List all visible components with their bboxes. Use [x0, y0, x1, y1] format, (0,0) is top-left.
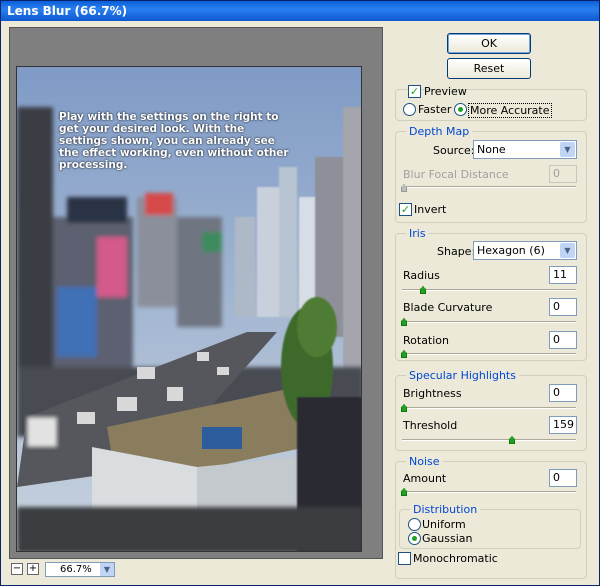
amount-label: Amount	[403, 472, 447, 485]
amount-input[interactable]: 0	[549, 469, 577, 487]
preview-caption: Play with the settings on the right to g…	[59, 111, 289, 171]
reset-button[interactable]: Reset	[447, 58, 531, 79]
faster-label: Faster	[418, 103, 452, 116]
chevron-down-icon: ▼	[560, 243, 575, 258]
radius-label: Radius	[403, 269, 440, 282]
threshold-input[interactable]: 159	[549, 416, 577, 434]
zoom-level-value: 66.7%	[60, 564, 92, 575]
depth-map-title: Depth Map	[406, 125, 473, 138]
blade-curvature-label: Blade Curvature	[403, 301, 493, 314]
faster-radio[interactable]	[403, 103, 416, 116]
zoom-in-button[interactable]: +	[27, 563, 39, 575]
more-accurate-label: More Accurate	[468, 103, 552, 118]
source-select[interactable]: None ▼	[473, 140, 577, 159]
invert-checkbox[interactable]: ✓	[399, 203, 412, 216]
gaussian-radio[interactable]	[408, 532, 421, 545]
preview-checkbox[interactable]: ✓	[408, 85, 421, 98]
uniform-label: Uniform	[422, 518, 466, 531]
title-bar: Lens Blur (66.7%)	[1, 1, 599, 21]
rotation-slider-track	[402, 353, 576, 355]
blur-focal-distance-input: 0	[549, 165, 577, 183]
threshold-slider-track	[402, 439, 576, 441]
shape-value: Hexagon (6)	[477, 244, 545, 257]
brightness-slider-track	[402, 407, 576, 409]
source-label: Source:	[433, 144, 475, 157]
monochromatic-label: Monochromatic	[413, 552, 498, 565]
blur-focal-distance-slider-track	[402, 186, 576, 188]
lens-blur-dialog: Lens Blur (66.7%) Play with the settings…	[0, 0, 600, 586]
blade-curvature-slider-track	[402, 321, 576, 323]
preview-photo[interactable]: Play with the settings on the right to g…	[16, 66, 362, 552]
uniform-radio[interactable]	[408, 518, 421, 531]
iris-title: Iris	[406, 227, 429, 240]
distribution-title: Distribution	[410, 503, 481, 516]
blade-curvature-input[interactable]: 0	[549, 298, 577, 316]
rotation-input[interactable]: 0	[549, 331, 577, 349]
zoom-level-select[interactable]: 66.7% ▼	[45, 562, 115, 577]
brightness-label: Brightness	[403, 387, 462, 400]
monochromatic-checkbox[interactable]	[398, 552, 411, 565]
shape-label: Shape:	[437, 245, 476, 258]
specular-highlights-title: Specular Highlights	[406, 369, 519, 382]
blur-focal-distance-label: Blur Focal Distance	[403, 168, 509, 181]
rotation-label: Rotation	[403, 334, 450, 347]
zoom-bar: − + 66.7% ▼	[9, 561, 383, 579]
source-value: None	[477, 143, 506, 156]
preview-panel[interactable]: Play with the settings on the right to g…	[9, 27, 383, 559]
chevron-down-icon: ▼	[560, 142, 575, 157]
brightness-input[interactable]: 0	[549, 384, 577, 402]
preview-label: Preview	[424, 85, 467, 98]
invert-label: Invert	[414, 203, 447, 216]
amount-slider-track	[402, 491, 576, 493]
noise-title: Noise	[406, 455, 443, 468]
ok-button[interactable]: OK	[447, 33, 531, 54]
more-accurate-radio[interactable]	[454, 103, 467, 116]
radius-slider-track	[402, 289, 576, 291]
shape-select[interactable]: Hexagon (6) ▼	[473, 241, 577, 260]
threshold-label: Threshold	[403, 419, 458, 432]
gaussian-label: Gaussian	[422, 532, 473, 545]
chevron-down-icon: ▼	[100, 563, 114, 576]
zoom-out-button[interactable]: −	[11, 563, 23, 575]
radius-input[interactable]: 11	[549, 266, 577, 284]
